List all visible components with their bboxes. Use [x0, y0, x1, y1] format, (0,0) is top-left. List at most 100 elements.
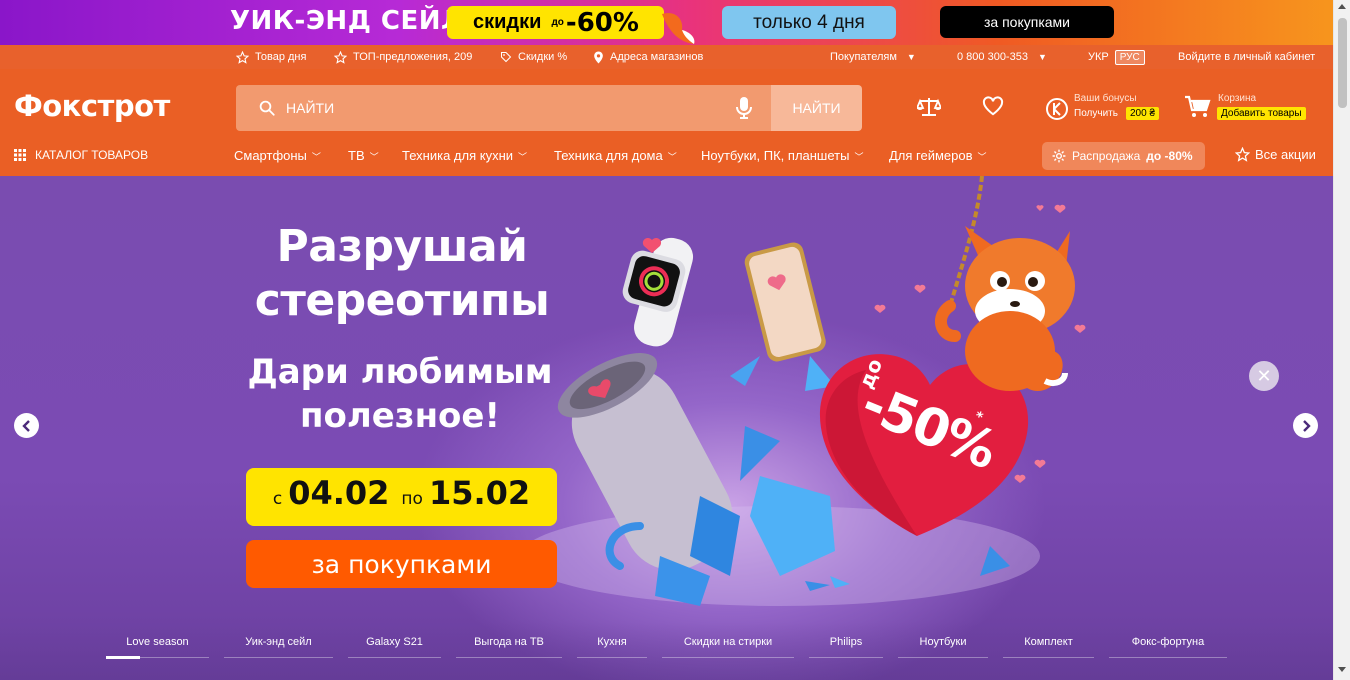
discounts-link[interactable]: Скидки %: [500, 45, 567, 69]
store-addresses-label: Адреса магазинов: [610, 51, 704, 63]
fox-tail-icon: [662, 12, 695, 44]
microphone-icon[interactable]: [736, 96, 752, 120]
store-addresses-link[interactable]: Адреса магазинов: [593, 45, 703, 69]
tab-washing-discounts[interactable]: Скидки на стирки: [662, 634, 794, 658]
lang-ukr-option[interactable]: УКР: [1088, 51, 1109, 63]
grid-icon: [14, 149, 26, 161]
page-scrollbar[interactable]: [1333, 0, 1350, 680]
tag-icon: [501, 52, 512, 63]
tab-laptops[interactable]: Ноутбуки: [898, 634, 988, 658]
promo-cta-button[interactable]: за покупками: [940, 6, 1114, 38]
all-promos-label: Все акции: [1255, 147, 1316, 162]
tab-kitchen[interactable]: Кухня: [577, 634, 647, 658]
nav-item-kitchen[interactable]: Техника для кухни ﹀: [402, 148, 527, 163]
bonus-title: Ваши бонусы: [1074, 93, 1137, 104]
category-nav: КАТАЛОГ ТОВАРОВ Смартфоны ﹀ ТВ ﹀ Техника д…: [0, 140, 1333, 176]
chevron-down-icon: ﹀: [518, 152, 528, 162]
top-offers-link[interactable]: ТОП-предложения, 209: [334, 45, 472, 69]
close-icon[interactable]: ✕: [1249, 361, 1279, 391]
nav-item-gamers[interactable]: Для геймеров ﹀: [889, 148, 987, 163]
sale-value: до -80%: [1146, 149, 1193, 163]
date-to: 15.02: [428, 474, 531, 512]
hero-title-line1: Разрушай: [276, 221, 528, 272]
top-offers-label: ТОП-предложения, 209: [353, 51, 473, 63]
heart-icon[interactable]: [982, 96, 1004, 116]
cart-icon: [1185, 95, 1211, 117]
carousel-prev-button[interactable]: [14, 413, 39, 438]
gear-icon: [1052, 149, 1066, 163]
chevron-down-icon: ﹀: [667, 152, 677, 162]
promo-banner[interactable]: УИК-ЭНД СЕЙЛ скидки до -60% только 4 дня…: [0, 0, 1333, 45]
hero-title: Разрушай стереотипы: [232, 220, 572, 328]
hero-title-line2: стереотипы: [254, 275, 550, 326]
date-from-prefix: с: [272, 489, 283, 509]
nav-item-label: Смартфоны: [234, 148, 307, 163]
tab-tv-deals[interactable]: Выгода на ТВ: [456, 634, 562, 658]
date-from: 04.02: [288, 474, 390, 512]
customers-dropdown[interactable]: Покупателям ▼: [830, 45, 916, 69]
chevron-left-icon: [21, 419, 30, 432]
all-promos-link[interactable]: Все акции: [1235, 147, 1316, 162]
map-pin-icon: [594, 51, 603, 63]
hero-subtitle: Дари любимым полезное!: [240, 350, 560, 438]
smartphone-illustration: [744, 242, 826, 362]
hero-illustration: [520, 176, 1086, 606]
star-icon: [236, 50, 249, 64]
catalog-button[interactable]: КАТАЛОГ ТОВАРОВ: [14, 148, 148, 162]
chevron-down-icon: ﹀: [854, 152, 864, 162]
tab-weekend-sale[interactable]: Уик-энд сейл: [224, 634, 333, 658]
phone-label: 0 800 300-353: [957, 51, 1028, 63]
sale-label: Распродажа: [1072, 149, 1141, 163]
nav-item-label: Ноутбуки, ПК, планшеты: [701, 148, 850, 163]
nav-item-home[interactable]: Техника для дома ﹀: [554, 148, 677, 163]
compare-scales-icon[interactable]: [917, 96, 941, 118]
nav-item-label: Техника для кухни: [402, 148, 514, 163]
top-info-bar: Товар дня ТОП-предложения, 209 Скидки % …: [0, 45, 1333, 69]
hero-cta-button[interactable]: за покупками: [246, 540, 557, 588]
tab-galaxy-s21[interactable]: Galaxy S21: [348, 634, 441, 658]
promo-discount-value: -60%: [565, 7, 639, 38]
bonus-get-label: Получить: [1074, 108, 1118, 119]
star-icon: [334, 50, 347, 64]
nav-item-tv[interactable]: ТВ ﹀: [348, 148, 379, 163]
promo-days-badge: только 4 дня: [722, 6, 896, 39]
carousel-next-button[interactable]: [1293, 413, 1318, 438]
promo-discount-prefix: до: [551, 17, 564, 28]
nav-item-laptops[interactable]: Ноутбуки, ПК, планшеты ﹀: [701, 148, 863, 163]
chevron-right-icon: [1302, 419, 1311, 432]
site-logo[interactable]: Фокстрот: [14, 89, 170, 123]
tab-love-season[interactable]: Love season: [106, 634, 209, 659]
date-to-prefix: по: [401, 489, 423, 509]
search-button[interactable]: НАЙТИ: [771, 85, 862, 131]
chevron-down-icon: ﹀: [311, 152, 321, 162]
scroll-thumb[interactable]: [1338, 18, 1347, 108]
nav-item-label: Техника для дома: [554, 148, 663, 163]
language-switch: УКР РУС: [1088, 45, 1145, 69]
cart-title: Корзина: [1218, 93, 1257, 104]
hero-subtitle-line2: полезное!: [300, 396, 500, 436]
customers-label: Покупателям: [830, 51, 897, 63]
lang-rus-option[interactable]: РУС: [1114, 49, 1145, 65]
promo-discount-label: скидки: [473, 11, 542, 33]
discounts-label: Скидки %: [518, 51, 568, 63]
chevron-down-icon: ﹀: [977, 152, 987, 162]
chevron-down-icon: ▼: [1037, 52, 1047, 62]
scroll-down-arrow-icon[interactable]: [1338, 667, 1346, 672]
site-header: Фокстрот НАЙТИ Ваши бонусы Получить 200 …: [0, 69, 1333, 176]
chevron-down-icon: ▼: [906, 52, 916, 62]
sale-button[interactable]: Распродажа до -80%: [1042, 142, 1205, 170]
login-link[interactable]: Войдите в личный кабинет: [1178, 45, 1315, 69]
tab-fox-fortune[interactable]: Фокс-фортуна: [1109, 634, 1227, 658]
scroll-up-arrow-icon[interactable]: [1338, 4, 1346, 9]
nav-item-smartphones[interactable]: Смартфоны ﹀: [234, 148, 321, 163]
cart-add-badge: Добавить товары: [1217, 107, 1306, 120]
tab-philips[interactable]: Philips: [809, 634, 883, 658]
chevron-down-icon: ﹀: [369, 152, 379, 162]
catalog-label: КАТАЛОГ ТОВАРОВ: [35, 148, 149, 162]
product-of-day-link[interactable]: Товар дня: [236, 45, 306, 69]
tab-bundle[interactable]: Комплект: [1003, 634, 1094, 658]
phone-dropdown[interactable]: 0 800 300-353 ▼: [957, 45, 1047, 69]
search-input[interactable]: [286, 97, 706, 119]
carousel-tabs: Love season Уик-энд сейл Galaxy S21 Выго…: [0, 622, 1333, 680]
hero-banner[interactable]: Разрушай стереотипы Дари любимым полезно…: [0, 176, 1333, 680]
